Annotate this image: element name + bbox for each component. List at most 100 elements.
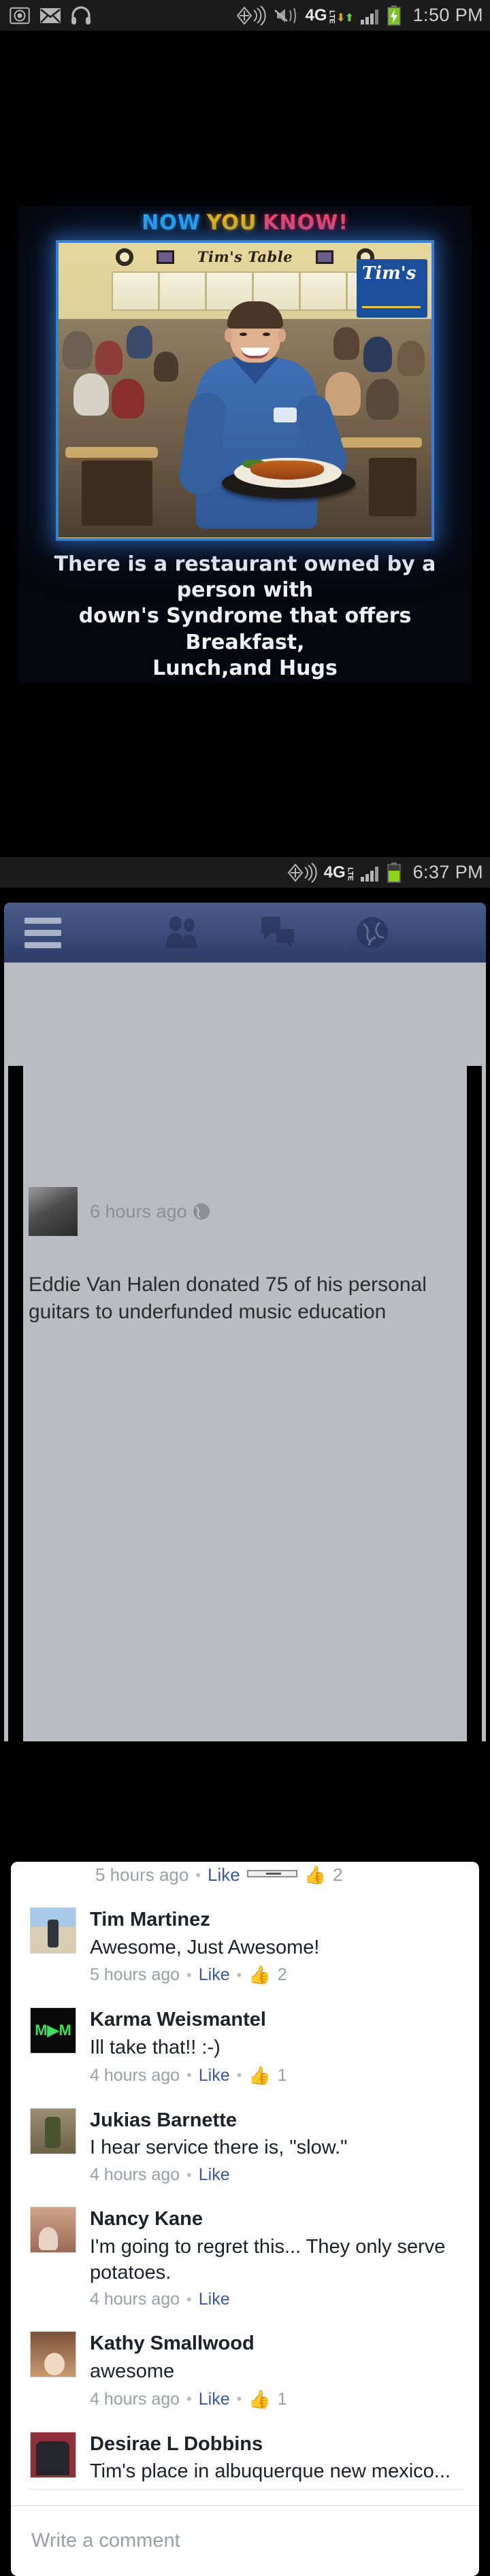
comment-author[interactable]: Desirae L Dobbins: [90, 2432, 464, 2458]
avatar[interactable]: [30, 2331, 76, 2378]
post-author-avatar[interactable]: [29, 1187, 78, 1236]
comment-text: Awesome, Just Awesome!: [90, 1936, 320, 1958]
comment-author[interactable]: Kathy Smallwood: [90, 2331, 464, 2357]
data-arrows-icon: ⬇: [336, 12, 346, 24]
decor-frame-left-icon: [156, 250, 174, 264]
separator-dot: •: [186, 2166, 192, 2184]
messages-icon[interactable]: [260, 916, 295, 950]
like-button[interactable]: Like: [199, 2390, 230, 2409]
comment-item[interactable]: Nancy Kane I'm going to regret this... T…: [11, 2200, 479, 2324]
partial-comment-time: 5 hours ago: [95, 1864, 189, 1885]
data-up-arrow-icon: ⬆: [345, 12, 354, 24]
restaurant-name: Tim's Table: [197, 248, 293, 265]
comment-text: Ill take that!! :-): [90, 2037, 220, 2059]
post-meta: 6 hours ago: [90, 1201, 210, 1222]
partial-comment-footer: 5 hours ago • Like 👍 2: [11, 1862, 479, 1901]
thumbs-up-icon: 👍: [304, 1864, 327, 1885]
like-button[interactable]: Like: [199, 1965, 230, 1985]
comment-time: 4 hours ago: [90, 2165, 180, 2185]
comment-time: 4 hours ago: [90, 2389, 180, 2409]
status-bar-right-icons: 4G LTE ⬇ ⬆ 1:50 PM: [235, 5, 483, 26]
signal-bars-icon: [360, 9, 378, 24]
write-comment-row[interactable]: [11, 2505, 479, 2576]
status-bar-top: 4G LTE ⬇ ⬆ 1:50 PM: [0, 0, 490, 31]
comment-content: Karma Weismantel Ill take that!! :-) 4 h…: [90, 2007, 464, 2086]
partial-like-count: 2: [333, 1864, 343, 1885]
comment-author[interactable]: Nancy Kane: [90, 2207, 464, 2232]
4g-lte-icon: 4G LTE: [323, 863, 355, 882]
menu-icon[interactable]: [24, 917, 61, 948]
avatar[interactable]: [30, 2431, 76, 2478]
facebook-app: 6 hours ago Eddie Van Halen donated 75 o…: [0, 888, 490, 2576]
meme-title-word-1: NOW: [142, 211, 201, 235]
comment-text: I hear service there is, "slow.": [90, 2137, 348, 2159]
comment-item[interactable]: Desirae L Dobbins Tim's place in albuque…: [11, 2425, 479, 2489]
write-comment-input[interactable]: [31, 2530, 435, 2552]
nfc-icon: [287, 862, 317, 883]
friends-icon[interactable]: [163, 916, 200, 950]
meme-caption-line-2: down's Syndrome that offers Breakfast,: [78, 604, 412, 654]
meme-image-area: NOW YOU KNOW! Tim's Table Tim's There is…: [0, 31, 490, 857]
comment-author[interactable]: Jukias Barnette: [90, 2108, 464, 2134]
network-label: 4G: [323, 863, 346, 882]
like-button[interactable]: Like: [199, 2290, 230, 2309]
headphones-icon: [71, 5, 91, 24]
post-header: 6 hours ago: [29, 1187, 464, 1236]
post-body: Eddie Van Halen donated 75 of his person…: [29, 1273, 427, 1323]
battery-icon: [387, 862, 401, 883]
meme-caption-line-3: Lunch,and Hugs: [152, 656, 338, 681]
thumbs-up-icon: 👍: [248, 2388, 271, 2409]
avatar[interactable]: [30, 2207, 76, 2254]
meme-title-word-2: YOU: [206, 211, 257, 235]
comment-divider: [30, 2488, 464, 2490]
nfc-icon: [237, 5, 267, 26]
background-feed-post[interactable]: 6 hours ago Eddie Van Halen donated 75 o…: [29, 1187, 464, 1325]
comment-footer: 4 hours ago • Like: [90, 2165, 464, 2185]
comment-item[interactable]: Karma Weismantel Ill take that!! :-) 4 h…: [11, 2001, 479, 2101]
vibrate-mute-icon: [274, 7, 297, 23]
globe-icon: [193, 1203, 210, 1220]
comment-content: Tim Martinez Awesome, Just Awesome! 5 ho…: [90, 1907, 464, 1986]
4g-lte-icon: 4G LTE ⬇ ⬆: [305, 7, 353, 24]
like-button[interactable]: Like: [199, 2165, 230, 2185]
restaurant-logo: [357, 258, 427, 318]
comment-text: Tim's place in albuquerque new mexico...: [90, 2460, 451, 2483]
like-count: 1: [277, 2065, 287, 2085]
separator-dot: •: [186, 2067, 192, 2084]
meme-card: NOW YOU KNOW! Tim's Table Tim's There is…: [18, 205, 472, 682]
status-bar-clock: 6:37 PM: [412, 862, 483, 882]
like-button[interactable]: Like: [208, 1864, 240, 1886]
status-bar-bottom: 4G LTE 6:37 PM: [0, 857, 490, 888]
like-count: 1: [277, 2389, 287, 2409]
comment-text: awesome: [90, 2360, 175, 2382]
comment-author[interactable]: Karma Weismantel: [90, 2007, 464, 2033]
comment-item[interactable]: Tim Martinez Awesome, Just Awesome! 5 ho…: [11, 1901, 479, 2001]
post-timestamp: 6 hours ago: [90, 1201, 187, 1222]
feed-dim-right: [467, 1066, 482, 1773]
status-bar-bottom-icons: 4G LTE 6:37 PM: [287, 862, 483, 883]
comment-content: Kathy Smallwood awesome 4 hours ago • Li…: [90, 2331, 464, 2409]
network-label: 4G: [305, 5, 327, 24]
comment-content: Desirae L Dobbins Tim's place in albuque…: [90, 2432, 464, 2485]
avatar[interactable]: [30, 2007, 76, 2054]
battery-charging-icon: [387, 5, 401, 26]
separator-dot: •: [186, 1966, 192, 1984]
avatar[interactable]: [30, 1907, 76, 1954]
email-icon: [40, 7, 61, 23]
feed-dim-left: [8, 1066, 23, 1773]
avatar[interactable]: [30, 2107, 76, 2154]
comments-sheet: 5 hours ago • Like 👍 2 Tim Martinez Awes…: [11, 1862, 479, 2576]
comment-item[interactable]: Kathy Smallwood awesome 4 hours ago • Li…: [11, 2324, 479, 2424]
meme-caption-line-1: There is a restaurant owned by a person …: [54, 552, 436, 602]
comment-time: 4 hours ago: [90, 2290, 180, 2309]
comment-item[interactable]: Jukias Barnette I hear service there is,…: [11, 2101, 479, 2200]
comment-author[interactable]: Tim Martinez: [90, 1907, 464, 1933]
globe-notifications-icon[interactable]: [355, 916, 389, 950]
meme-photo: Tim's Table: [56, 239, 434, 541]
like-button[interactable]: Like: [199, 2066, 230, 2086]
network-sub: LTE: [346, 867, 355, 881]
comment-content: Jukias Barnette I hear service there is,…: [90, 2108, 464, 2185]
nav-icon-group: [163, 916, 389, 950]
thumbs-up-icon: 👍: [248, 1964, 271, 1986]
separator-dot: •: [195, 1866, 201, 1884]
